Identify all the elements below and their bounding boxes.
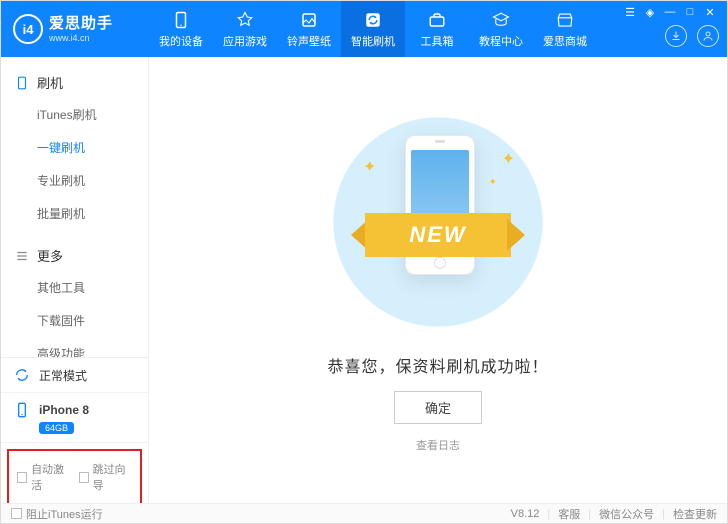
logo-url: www.i4.cn bbox=[49, 34, 113, 43]
star-icon: ✦ bbox=[363, 157, 376, 177]
toolbox-icon bbox=[427, 10, 447, 30]
download-icon[interactable] bbox=[665, 25, 687, 47]
window-controls: ☰ ◈ — □ ✕ bbox=[621, 1, 719, 23]
nav-store[interactable]: 爱思商城 bbox=[533, 1, 597, 57]
nav-tutorial[interactable]: 教程中心 bbox=[469, 1, 533, 57]
options-row: 自动激活 跳过向导 bbox=[7, 449, 142, 505]
support-link[interactable]: 客服 bbox=[558, 506, 580, 522]
wechat-link[interactable]: 微信公众号 bbox=[599, 506, 654, 522]
main-panel: ✦ ✦ ✦ NEW 恭喜您，保资料刷机成功啦！ 确定 查看日志 bbox=[149, 57, 727, 505]
star-icon: ✦ bbox=[489, 177, 497, 188]
success-message: 恭喜您，保资料刷机成功啦！ bbox=[149, 353, 727, 377]
sidebar-item-other-tools[interactable]: 其他工具 bbox=[1, 271, 148, 304]
device-icon bbox=[15, 76, 29, 90]
storage-badge: 64GB bbox=[39, 422, 74, 434]
store-icon bbox=[555, 10, 575, 30]
sidebar-group-more[interactable]: 更多 bbox=[1, 240, 148, 271]
version-label: V8.12 bbox=[511, 508, 540, 520]
check-update-link[interactable]: 检查更新 bbox=[673, 506, 717, 522]
phone-small-icon bbox=[13, 401, 31, 419]
sidebar-item-batch-flash[interactable]: 批量刷机 bbox=[1, 197, 148, 230]
sidebar-item-advanced[interactable]: 高级功能 bbox=[1, 337, 148, 357]
nav-toolbox[interactable]: 工具箱 bbox=[405, 1, 469, 57]
ok-button[interactable]: 确定 bbox=[394, 391, 482, 424]
tutorial-icon bbox=[491, 10, 511, 30]
device-row[interactable]: iPhone 8 64GB bbox=[1, 393, 148, 443]
sidebar-item-itunes-flash[interactable]: iTunes刷机 bbox=[1, 98, 148, 131]
maximize-icon[interactable]: □ bbox=[683, 5, 697, 19]
status-bar: 阻止iTunes运行 V8.12 | 客服 | 微信公众号 | 检查更新 bbox=[1, 503, 727, 523]
device-name: iPhone 8 bbox=[39, 403, 89, 417]
nav-apps[interactable]: 应用游戏 bbox=[213, 1, 277, 57]
user-icon[interactable] bbox=[697, 25, 719, 47]
block-itunes-checkbox[interactable]: 阻止iTunes运行 bbox=[11, 506, 103, 522]
sidebar-group-flash[interactable]: 刷机 bbox=[1, 67, 148, 98]
new-ribbon: NEW bbox=[345, 207, 531, 263]
logo-title: 爱思助手 bbox=[49, 16, 113, 31]
skip-guide-checkbox[interactable]: 跳过向导 bbox=[79, 461, 133, 493]
sidebar-item-pro-flash[interactable]: 专业刷机 bbox=[1, 164, 148, 197]
mode-label: 正常模式 bbox=[39, 367, 87, 384]
minimize-icon[interactable]: — bbox=[663, 5, 677, 19]
logo-icon: i4 bbox=[13, 14, 43, 44]
phone-icon bbox=[171, 10, 191, 30]
app-header: i4 爱思助手 www.i4.cn 我的设备 应用游戏 铃声壁纸 智能刷机 工具… bbox=[1, 1, 727, 57]
sidebar-item-download-firmware[interactable]: 下载固件 bbox=[1, 304, 148, 337]
top-nav: 我的设备 应用游戏 铃声壁纸 智能刷机 工具箱 教程中心 爱思商城 bbox=[149, 1, 597, 57]
flash-icon bbox=[363, 10, 383, 30]
view-log-link[interactable]: 查看日志 bbox=[149, 437, 727, 453]
mode-row[interactable]: 正常模式 bbox=[1, 358, 148, 393]
sidebar: 刷机 iTunes刷机 一键刷机 专业刷机 批量刷机 更多 其他工具 下载固件 … bbox=[1, 57, 149, 505]
success-illustration: ✦ ✦ ✦ NEW bbox=[333, 117, 543, 327]
nav-ringtones[interactable]: 铃声壁纸 bbox=[277, 1, 341, 57]
skin-icon[interactable]: ◈ bbox=[643, 5, 657, 19]
apps-icon bbox=[235, 10, 255, 30]
auto-activate-checkbox[interactable]: 自动激活 bbox=[17, 461, 71, 493]
logo: i4 爱思助手 www.i4.cn bbox=[1, 14, 149, 44]
nav-my-device[interactable]: 我的设备 bbox=[149, 1, 213, 57]
nav-flash[interactable]: 智能刷机 bbox=[341, 1, 405, 57]
close-icon[interactable]: ✕ bbox=[703, 5, 717, 19]
wallpaper-icon bbox=[299, 10, 319, 30]
sidebar-item-oneclick-flash[interactable]: 一键刷机 bbox=[1, 131, 148, 164]
refresh-icon bbox=[13, 366, 31, 384]
settings-icon[interactable]: ☰ bbox=[623, 5, 637, 19]
list-icon bbox=[15, 249, 29, 263]
star-icon: ✦ bbox=[502, 149, 515, 169]
